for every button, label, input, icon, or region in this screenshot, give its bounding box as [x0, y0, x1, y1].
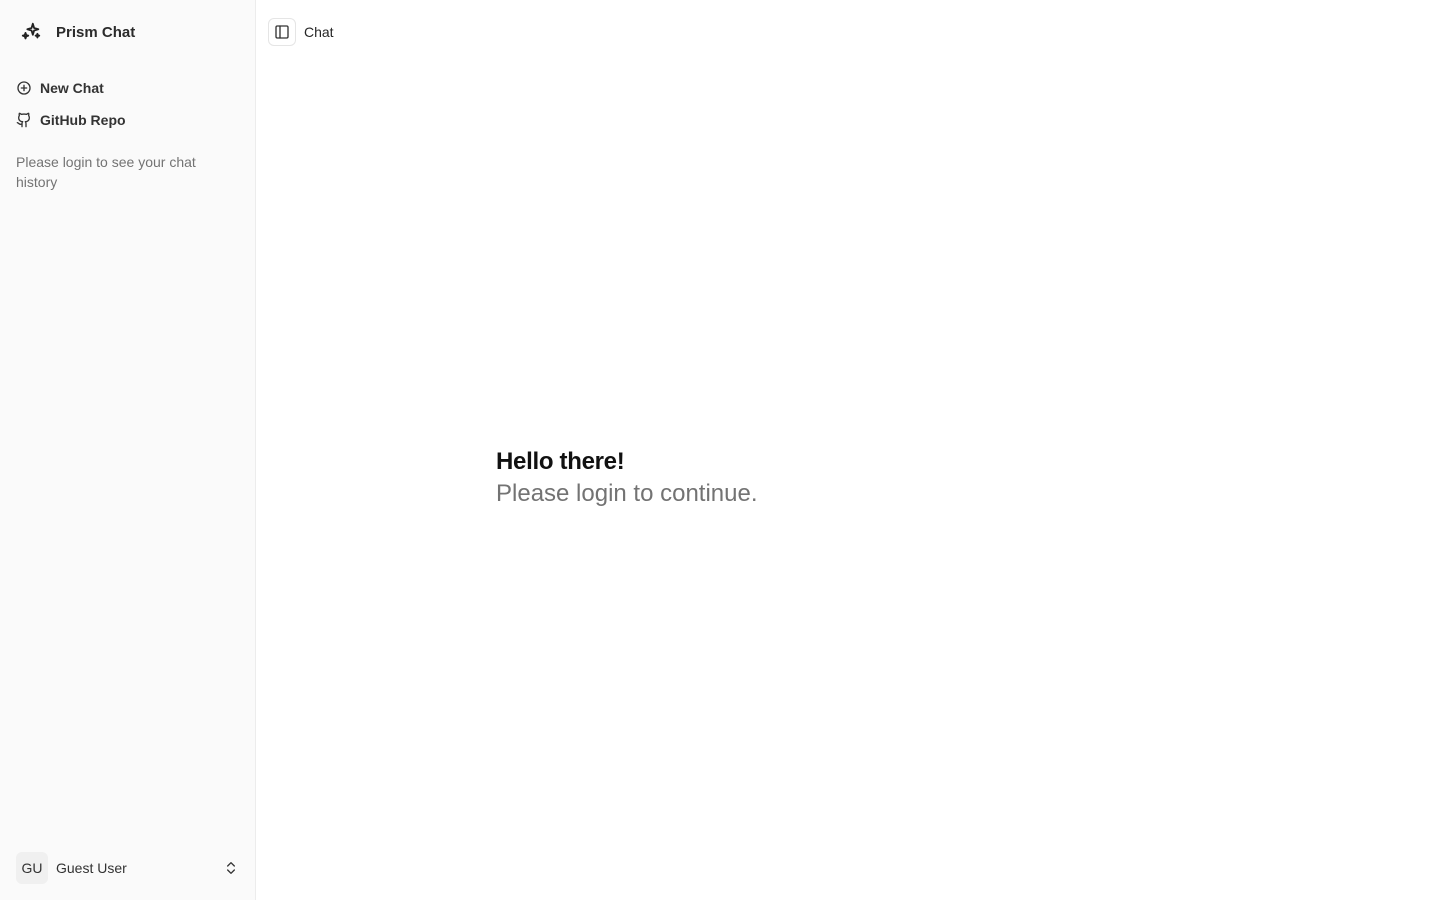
plus-circle-icon	[16, 80, 32, 96]
chevrons-up-down-icon	[223, 860, 239, 876]
chat-history-note: Please login to see your chat history	[16, 154, 196, 190]
github-icon	[16, 112, 32, 128]
app-root: Prism Chat New Chat GitHub Repo Please l…	[0, 0, 1440, 900]
github-repo-label: GitHub Repo	[40, 112, 126, 128]
user-name: Guest User	[56, 860, 127, 876]
sidebar-toggle-icon	[274, 24, 290, 40]
avatar: GU	[16, 852, 48, 884]
greeting-title: Hello there!	[496, 448, 625, 475]
sidebar-nav: New Chat GitHub Repo	[16, 76, 240, 140]
brand-name: Prism Chat	[56, 23, 136, 41]
greeting: Hello there! Please login to continue.	[496, 446, 758, 510]
sidebar: Prism Chat New Chat GitHub Repo Please l…	[0, 0, 256, 900]
main-content: Chat Hello there! Please login to contin…	[256, 0, 1440, 900]
top-bar: Chat	[268, 18, 334, 46]
greeting-subtitle: Please login to continue.	[496, 480, 758, 507]
new-chat-label: New Chat	[40, 80, 104, 96]
sidebar-toggle-button[interactable]	[268, 18, 296, 46]
user-menu-button[interactable]: GU Guest User	[16, 852, 239, 884]
brand-link[interactable]: Prism Chat	[20, 20, 135, 44]
page-title: Chat	[304, 24, 334, 40]
github-repo-link[interactable]: GitHub Repo	[16, 108, 240, 132]
sparkles-icon	[20, 21, 42, 43]
new-chat-button[interactable]: New Chat	[16, 76, 240, 100]
